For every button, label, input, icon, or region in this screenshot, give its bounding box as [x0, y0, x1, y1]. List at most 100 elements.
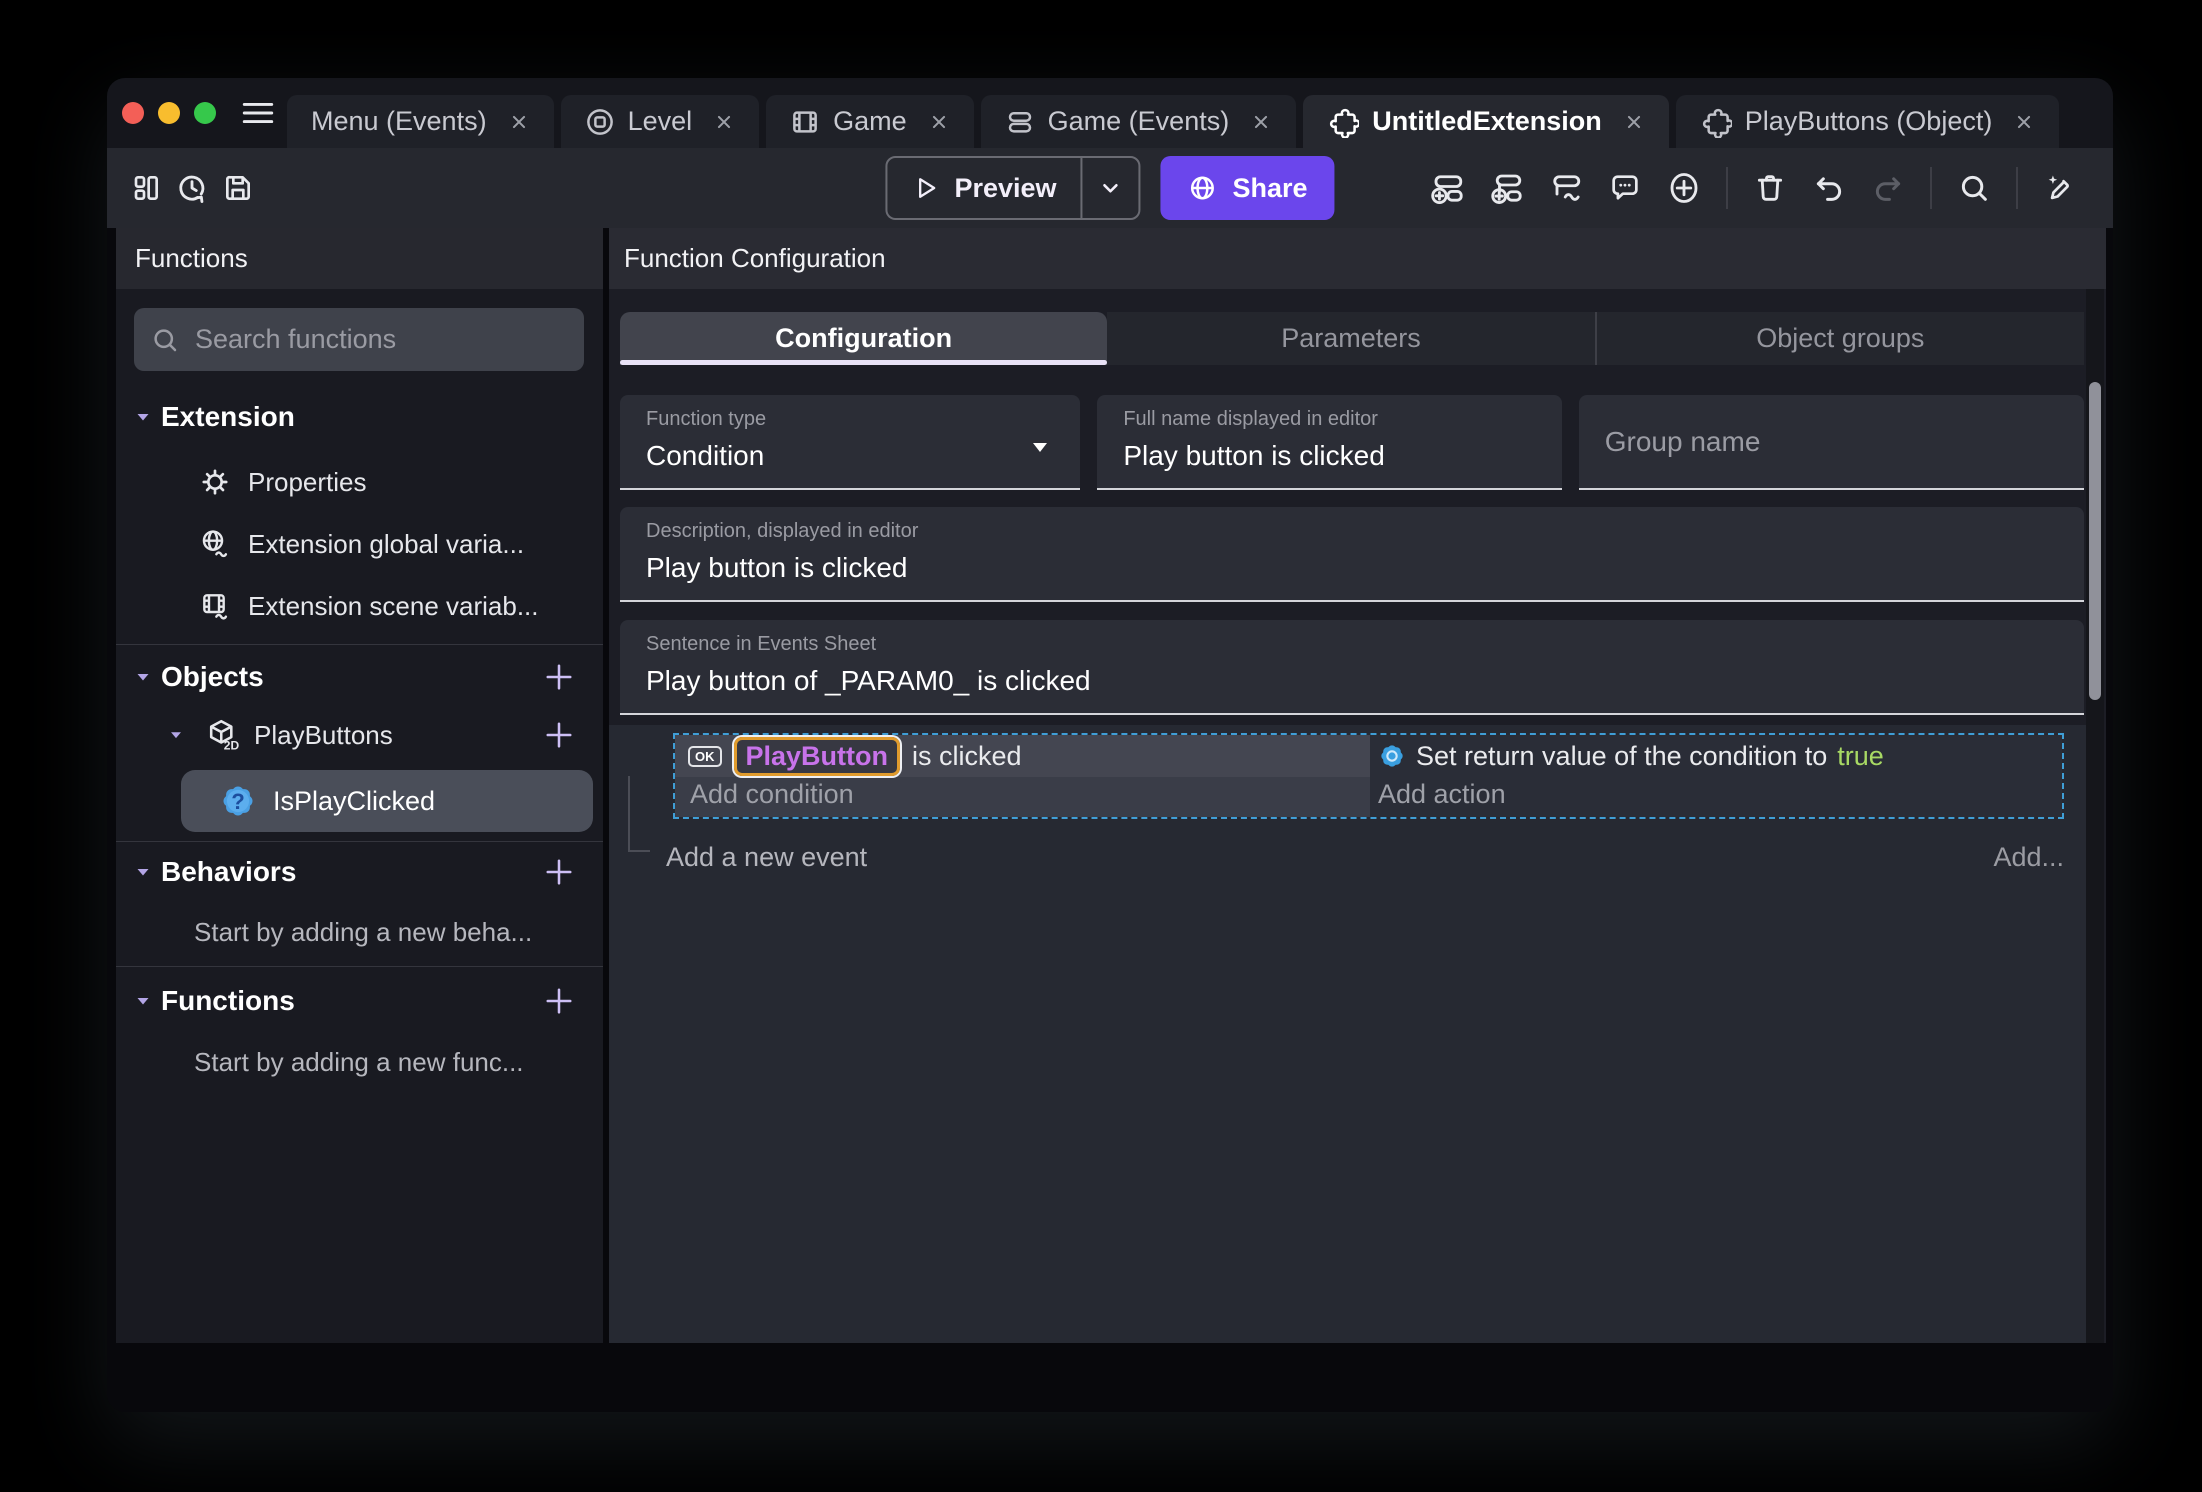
tab-untitled-extension[interactable]: UntitledExtension [1303, 95, 1669, 148]
toolbar: Preview Share [107, 148, 2113, 228]
tab-label: Game [833, 106, 907, 136]
add-condition-icon[interactable] [1543, 165, 1589, 211]
description-input[interactable]: Description, displayed in editor Play bu… [620, 507, 2084, 602]
event-row[interactable]: OK PlayButton is clicked Add condition S… [673, 733, 2064, 819]
minimize-window-button[interactable] [158, 102, 180, 124]
field-value: Condition [646, 440, 765, 471]
add-condition-button[interactable]: Add condition [675, 777, 1370, 812]
close-tab-icon[interactable] [713, 111, 735, 133]
preview-label: Preview [954, 172, 1057, 203]
add-circle-icon[interactable] [1661, 165, 1707, 211]
sidebar-item-extension-global-variables[interactable]: Extension global varia... [116, 513, 603, 575]
add-new-event-button[interactable]: Add a new event [666, 842, 867, 873]
close-tab-icon[interactable] [1623, 111, 1645, 133]
field-label: Sentence in Events Sheet [646, 633, 877, 655]
menu-icon[interactable] [242, 99, 274, 127]
scrollbar-thumb[interactable] [2089, 382, 2101, 700]
redo-icon[interactable] [1865, 165, 1911, 211]
sidebar-section-objects[interactable]: Objects [116, 649, 603, 705]
configuration-tabs: Configuration Parameters Object groups [620, 312, 2084, 365]
event-tree-guide [628, 776, 650, 852]
undo-icon[interactable] [1806, 165, 1852, 211]
close-tab-icon[interactable] [928, 111, 950, 133]
events-sheet: OK PlayButton is clicked Add condition S… [609, 725, 2086, 1343]
field-value: Play button is clicked [646, 552, 908, 583]
globe-variable-icon [199, 528, 231, 560]
function-type-select[interactable]: Function type Condition [620, 395, 1081, 490]
section-label: Extension [161, 401, 295, 432]
tab-menu-events[interactable]: Menu (Events) [287, 95, 554, 148]
sentence-input[interactable]: Sentence in Events Sheet Play button of … [620, 620, 2084, 715]
chevron-down-icon[interactable] [129, 667, 157, 687]
share-button[interactable]: Share [1160, 156, 1335, 220]
sidebar-section-extension[interactable]: Extension [116, 389, 603, 445]
chevron-down-icon[interactable] [129, 862, 157, 882]
item-label: Extension global varia... [248, 528, 525, 559]
action-row[interactable]: Set return value of the condition to tru… [1370, 735, 2062, 777]
close-window-button[interactable] [122, 102, 144, 124]
tab-label: Level [627, 106, 693, 136]
add-behavior-button[interactable] [541, 854, 577, 890]
add-more-button[interactable]: Add... [1993, 842, 2064, 873]
add-subevent-icon[interactable] [1484, 165, 1530, 211]
globe-icon [1188, 173, 1218, 203]
tab-configuration[interactable]: Configuration [620, 312, 1108, 365]
project-manager-icon[interactable] [123, 165, 169, 211]
sidebar-section-functions[interactable]: Functions [116, 975, 603, 1027]
maximize-window-button[interactable] [194, 102, 216, 124]
add-function-to-object-button[interactable] [541, 717, 577, 753]
tab-game-events[interactable]: Game (Events) [980, 95, 1297, 148]
functions-empty-hint: Start by adding a new func... [194, 1046, 524, 1077]
tab-label: Game (Events) [1047, 106, 1230, 136]
close-tab-icon[interactable] [1250, 111, 1272, 133]
history-icon[interactable] [169, 165, 215, 211]
content-area: Functions Search functions Extension Pro… [107, 228, 2113, 1343]
tab-parameters[interactable]: Parameters [1107, 312, 1595, 365]
add-action-button[interactable]: Add action [1370, 777, 2062, 812]
chevron-down-icon[interactable] [129, 407, 157, 427]
function-configuration-panel: Function Configuration Configuration Par… [609, 228, 2106, 1343]
sidebar-item-playbuttons[interactable]: 2D PlayButtons [116, 705, 603, 765]
trash-icon[interactable] [1747, 165, 1793, 211]
section-label: Objects [161, 661, 264, 692]
field-placeholder: Group name [1604, 425, 1761, 457]
functions-sidebar: Functions Search functions Extension Pro… [116, 228, 603, 1343]
sidebar-item-extension-scene-variables[interactable]: Extension scene variab... [116, 575, 603, 637]
action-value: true [1837, 740, 1884, 771]
preview-dropdown-button[interactable] [1083, 175, 1139, 201]
condition-object-pill[interactable]: PlayButton [733, 736, 901, 776]
add-free-function-button[interactable] [541, 983, 577, 1019]
cube-2d-icon: 2D [204, 717, 240, 753]
full-name-input[interactable]: Full name displayed in editor Play butto… [1097, 395, 1562, 490]
chevron-down-icon[interactable] [162, 726, 190, 744]
svg-text:2D: 2D [224, 739, 240, 753]
condition-row[interactable]: OK PlayButton is clicked [675, 735, 1370, 777]
section-label: Functions [161, 985, 295, 1016]
close-tab-icon[interactable] [2013, 111, 2035, 133]
save-icon[interactable] [215, 165, 261, 211]
sidebar-item-isplayclicked[interactable]: ? IsPlayClicked [181, 770, 593, 832]
sidebar-item-properties[interactable]: Properties [116, 451, 603, 513]
tab-playbuttons-object[interactable]: PlayButtons (Object) [1675, 95, 2060, 148]
scrollbar-track[interactable] [2086, 289, 2104, 1343]
add-comment-icon[interactable] [1602, 165, 1648, 211]
tab-level[interactable]: Level [560, 95, 760, 148]
puzzle-icon [1700, 106, 1732, 138]
tab-object-groups[interactable]: Object groups [1594, 312, 2084, 365]
add-object-button[interactable] [541, 659, 577, 695]
close-tab-icon[interactable] [508, 111, 530, 133]
magic-edit-icon[interactable] [2037, 165, 2083, 211]
preview-button[interactable]: Preview [885, 156, 1141, 220]
action-text: Set return value of the condition to [1416, 740, 1828, 771]
film-icon [790, 107, 820, 137]
search-icon[interactable] [1951, 165, 1997, 211]
search-functions-input[interactable]: Search functions [134, 308, 584, 371]
chevron-down-icon[interactable] [129, 991, 157, 1011]
field-label: Function type [646, 408, 767, 430]
tab-game[interactable]: Game [766, 95, 974, 148]
field-value: Play button is clicked [1123, 440, 1385, 471]
group-name-input[interactable]: Group name [1578, 395, 2084, 490]
sidebar-section-behaviors[interactable]: Behaviors [116, 846, 603, 898]
add-event-icon[interactable] [1425, 165, 1471, 211]
svg-text:?: ? [231, 789, 245, 814]
